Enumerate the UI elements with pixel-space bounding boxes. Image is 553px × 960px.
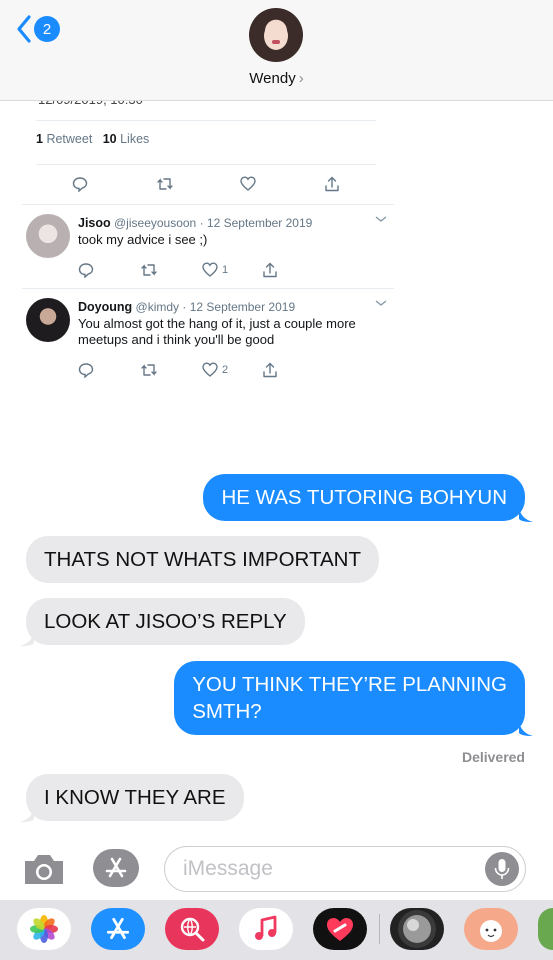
conversation-header: 2 Wendy › (0, 0, 553, 101)
chevron-right-icon: › (298, 70, 304, 87)
sticker-icon (480, 920, 502, 942)
tweet-actions (22, 176, 394, 196)
contact-name-label: Wendy (249, 70, 296, 87)
app-store-icon (106, 917, 130, 940)
sent-message[interactable]: YOU THINK THEY’RE PLANNING SMTH? (174, 661, 525, 735)
message-composer (0, 838, 553, 900)
reply-author: Doyoung (78, 300, 133, 314)
contact-avatar[interactable] (249, 8, 303, 62)
app-store-button[interactable] (93, 849, 139, 887)
message-input[interactable] (183, 847, 483, 890)
like-label: Likes (120, 132, 150, 146)
message-text: HE WAS TUTORING BOHYUN (221, 486, 507, 509)
heart-icon[interactable]: 2 (202, 362, 228, 377)
received-message[interactable]: THATS NOT WHATS IMPORTANT (26, 536, 379, 583)
retweet-icon[interactable] (156, 176, 174, 192)
reply-icon[interactable] (72, 176, 88, 192)
game-app[interactable] (538, 908, 553, 950)
reply-meta: Jisoo @jiseeyousoon · 12 September 2019 (78, 216, 312, 230)
reply-handle: @jiseeyousoon (114, 216, 197, 230)
received-message[interactable]: I KNOW THEY ARE (26, 774, 244, 821)
delivered-status: Delivered (461, 749, 525, 765)
share-icon[interactable] (262, 362, 278, 378)
reply-handle: @kimdy (135, 300, 180, 314)
heart-icon[interactable] (240, 176, 256, 191)
camera-icon[interactable] (22, 852, 66, 886)
bubble-tail (20, 631, 34, 646)
reply-icon[interactable] (78, 362, 94, 378)
back-button[interactable]: 2 (16, 14, 60, 44)
reply-meta: Doyoung @kimdy · 12 September 2019 (78, 300, 295, 314)
photos-icon (30, 915, 58, 943)
divider (22, 204, 394, 205)
microphone-icon (494, 859, 510, 879)
message-text: LOOK AT JISOO’S REPLY (44, 610, 287, 633)
app-store-icon (105, 857, 127, 878)
sent-message[interactable]: HE WAS TUTORING BOHYUN (203, 474, 525, 521)
digital-touch-icon (327, 918, 353, 941)
message-text: THATS NOT WHATS IMPORTANT (44, 548, 361, 571)
reply-icon[interactable] (78, 262, 94, 278)
reply-like-count: 2 (222, 363, 229, 376)
sticker-app[interactable] (464, 908, 518, 950)
reply-date: · 12 September 2019 (182, 300, 296, 314)
photos-app[interactable] (17, 908, 71, 950)
chevron-left-icon (17, 15, 31, 43)
microphone-button[interactable] (485, 852, 519, 886)
unread-count-badge: 2 (34, 16, 60, 42)
contact-name[interactable]: Wendy › (0, 70, 553, 87)
avatar (26, 298, 70, 342)
message-text: I KNOW THEY ARE (44, 786, 226, 809)
retweet-icon[interactable] (140, 362, 158, 378)
avatar (26, 214, 70, 258)
message-input-field[interactable] (164, 846, 526, 892)
reply-date: · 12 September 2019 (199, 216, 313, 230)
bubble-tail (20, 807, 34, 822)
message-text-line: SMTH? (192, 700, 262, 723)
bubble-tail (519, 507, 533, 522)
like-count: 10 (102, 132, 117, 146)
chevron-down-icon[interactable] (374, 214, 388, 224)
web-search-icon (180, 917, 205, 942)
heart-icon[interactable]: 1 (202, 262, 228, 277)
reply-author: Jisoo (78, 216, 111, 230)
received-message[interactable]: LOOK AT JISOO’S REPLY (26, 598, 305, 645)
retweet-icon[interactable] (140, 262, 158, 278)
share-icon[interactable] (324, 176, 340, 192)
reply-text: You almost got the hang of it, just a co… (78, 316, 356, 347)
bubble-tail (519, 721, 533, 736)
music-app[interactable] (239, 908, 293, 950)
app-store-app[interactable] (91, 908, 145, 950)
reply-actions: 2 (22, 362, 394, 382)
chevron-down-icon[interactable] (374, 298, 388, 308)
message-text-line: YOU THINK THEY’RE PLANNING (192, 673, 507, 696)
music-icon (255, 915, 277, 940)
reply-actions: 1 (22, 262, 394, 282)
memoji-app[interactable] (390, 908, 444, 950)
reply-text: took my advice i see ;) (78, 232, 208, 247)
reply-like-count: 1 (222, 263, 229, 276)
divider (36, 120, 376, 121)
imessage-app-drawer (0, 900, 553, 960)
divider (379, 914, 380, 944)
retweet-count: 1 (36, 132, 43, 146)
memoji-icon (398, 910, 436, 948)
divider (36, 164, 376, 165)
share-icon[interactable] (262, 262, 278, 278)
tweet-screenshot[interactable]: 12/09/2019, 10:30 1 Retweet 10 Likes Jis… (22, 88, 394, 462)
digital-touch-app[interactable] (313, 908, 367, 950)
divider (22, 288, 394, 289)
web-search-app[interactable] (165, 908, 219, 950)
retweet-label: Retweet (46, 132, 93, 146)
tweet-stats: 1 Retweet 10 Likes (36, 132, 149, 146)
